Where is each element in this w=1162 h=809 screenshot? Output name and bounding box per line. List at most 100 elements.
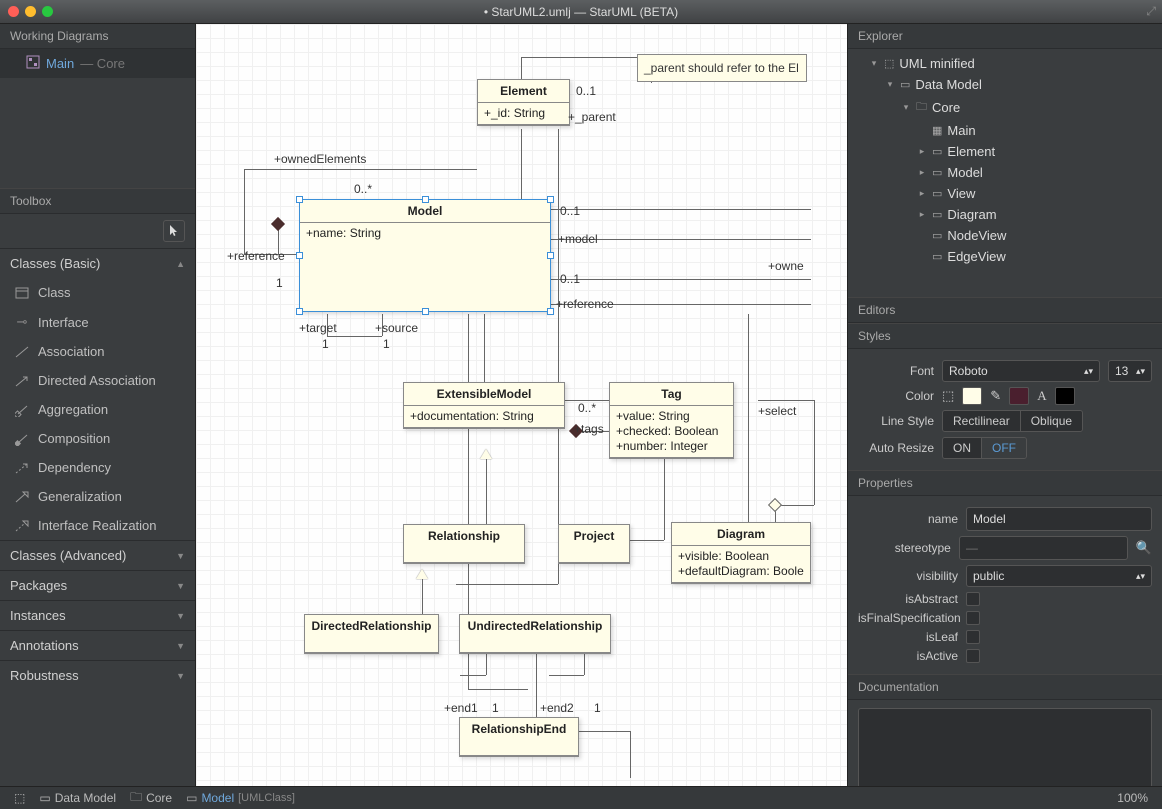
uml-note[interactable]: _parent should refer to the El bbox=[637, 54, 807, 82]
color-label: Color bbox=[858, 389, 934, 403]
uml-class-extensible-model[interactable]: ExtensibleModel +documentation: String bbox=[403, 382, 565, 429]
close-window-button[interactable] bbox=[8, 6, 19, 17]
font-size-select[interactable]: 13▴▾ bbox=[1108, 360, 1152, 382]
fullscreen-icon[interactable]: ⤢ bbox=[1146, 4, 1156, 19]
uml-class-diagram[interactable]: Diagram +visible: Boolean +defaultDiagra… bbox=[671, 522, 811, 584]
uml-class-directed-relationship[interactable]: DirectedRelationship bbox=[304, 614, 439, 654]
editors-header: Editors bbox=[848, 297, 1162, 323]
tool-dependency[interactable]: Dependency bbox=[0, 453, 195, 482]
uml-class-model-selected[interactable]: Model +name: String bbox=[299, 199, 551, 312]
toolbox-header: Toolbox bbox=[0, 188, 195, 214]
text-color-icon[interactable]: A bbox=[1037, 388, 1046, 404]
color-picker-icon[interactable]: ⬚ bbox=[942, 388, 954, 404]
tree-core[interactable]: ▾🗀Core bbox=[848, 95, 1162, 120]
zoom-level[interactable]: 100% bbox=[1113, 791, 1152, 805]
association-icon bbox=[14, 345, 30, 359]
documentation-header: Documentation bbox=[848, 674, 1162, 700]
is-abstract-checkbox[interactable] bbox=[966, 592, 980, 606]
search-icon[interactable]: 🔍 bbox=[1136, 540, 1152, 556]
sb-core[interactable]: 🗀Core bbox=[126, 788, 176, 809]
minimize-window-button[interactable] bbox=[25, 6, 36, 17]
uml-class-tag[interactable]: Tag +value: String +checked: Boolean +nu… bbox=[609, 382, 734, 459]
working-diagram-item[interactable]: Main — Core bbox=[0, 49, 195, 78]
font-select[interactable]: Roboto▴▾ bbox=[942, 360, 1100, 382]
toolbox-group-classes-advanced[interactable]: Classes (Advanced)▼ bbox=[0, 540, 195, 570]
tree-element[interactable]: ▸▭Element bbox=[848, 141, 1162, 162]
visibility-select[interactable]: public▴▾ bbox=[966, 565, 1152, 587]
tool-directed-association[interactable]: Directed Association bbox=[0, 366, 195, 395]
tree-model[interactable]: ▸▭Model bbox=[848, 162, 1162, 183]
sb-project[interactable]: ⬚ bbox=[10, 791, 29, 805]
project-icon: ⬚ bbox=[884, 57, 894, 70]
pen-icon[interactable]: ✎ bbox=[990, 388, 1001, 404]
tool-interface[interactable]: ⊸Interface bbox=[0, 307, 195, 337]
package-icon: 🗀 bbox=[916, 98, 927, 117]
titlebar: • StarUML2.umlj — StarUML (BETA) ⤢ bbox=[0, 0, 1162, 24]
styles-header: Styles bbox=[848, 323, 1162, 349]
tree-nodeview[interactable]: ▭NodeView bbox=[848, 225, 1162, 246]
toolbox-group-instances[interactable]: Instances▼ bbox=[0, 600, 195, 630]
toolbox-group-classes-basic[interactable]: Classes (Basic)▲ bbox=[0, 248, 195, 278]
toolbox-group-annotations[interactable]: Annotations▼ bbox=[0, 630, 195, 660]
fill-color-swatch[interactable] bbox=[962, 387, 982, 405]
name-input[interactable] bbox=[966, 507, 1152, 531]
class-icon: ▭ bbox=[932, 250, 942, 263]
documentation-textarea[interactable] bbox=[858, 708, 1152, 786]
tool-generalization[interactable]: Generalization bbox=[0, 482, 195, 511]
interface-realization-icon bbox=[14, 519, 30, 533]
tree-root[interactable]: ▾⬚UML minified bbox=[848, 53, 1162, 74]
cursor-tool-button[interactable] bbox=[163, 220, 185, 242]
tool-interface-realization[interactable]: Interface Realization bbox=[0, 511, 195, 540]
chevron-down-icon: ▾ bbox=[869, 58, 879, 69]
model-icon: ▭ bbox=[900, 78, 910, 91]
class-icon: ▭ bbox=[932, 208, 942, 221]
tree-data-model[interactable]: ▾▭Data Model bbox=[848, 74, 1162, 95]
tool-aggregation[interactable]: Aggregation bbox=[0, 395, 195, 424]
class-icon bbox=[14, 286, 30, 300]
toolbox-group-robustness[interactable]: Robustness▼ bbox=[0, 660, 195, 690]
dependency-icon bbox=[14, 461, 30, 475]
chevron-right-icon: ▸ bbox=[917, 209, 927, 220]
tree-edgeview[interactable]: ▭EdgeView bbox=[848, 246, 1162, 267]
line-color-swatch[interactable] bbox=[1009, 387, 1029, 405]
select-arrows-icon: ▴▾ bbox=[1136, 571, 1145, 582]
uml-class-undirected-relationship[interactable]: UndirectedRelationship bbox=[459, 614, 611, 654]
uml-class-relationship-end[interactable]: RelationshipEnd bbox=[459, 717, 579, 757]
tree-diagram[interactable]: ▸▭Diagram bbox=[848, 204, 1162, 225]
tree-main[interactable]: ▦Main bbox=[848, 120, 1162, 141]
rectilinear-button[interactable]: Rectilinear bbox=[943, 411, 1021, 431]
chevron-down-icon: ▼ bbox=[176, 641, 185, 651]
class-icon: ▭ bbox=[932, 187, 942, 200]
uml-class-relationship[interactable]: Relationship bbox=[403, 524, 525, 564]
is-active-checkbox[interactable] bbox=[966, 649, 980, 663]
text-color-swatch[interactable] bbox=[1055, 387, 1075, 405]
chevron-right-icon: ▸ bbox=[917, 167, 927, 178]
chevron-right-icon: ▸ bbox=[917, 188, 927, 199]
package-icon: 🗀 bbox=[130, 788, 142, 809]
tool-association[interactable]: Association bbox=[0, 337, 195, 366]
directed-association-icon bbox=[14, 374, 30, 388]
font-label: Font bbox=[858, 364, 934, 378]
tree-view[interactable]: ▸▭View bbox=[848, 183, 1162, 204]
on-button[interactable]: ON bbox=[943, 438, 982, 458]
sb-model[interactable]: ▭Model[UMLClass] bbox=[182, 791, 299, 805]
line-style-label: Line Style bbox=[858, 414, 934, 428]
is-final-checkbox[interactable] bbox=[966, 611, 980, 625]
is-leaf-checkbox[interactable] bbox=[966, 630, 980, 644]
toolbox-group-packages[interactable]: Packages▼ bbox=[0, 570, 195, 600]
stereotype-input[interactable] bbox=[959, 536, 1128, 560]
uml-class-element[interactable]: Element +_id: String bbox=[477, 79, 570, 126]
off-button[interactable]: OFF bbox=[982, 438, 1026, 458]
working-diagram-name: Main bbox=[46, 56, 74, 71]
tool-composition[interactable]: Composition bbox=[0, 424, 195, 453]
zoom-window-button[interactable] bbox=[42, 6, 53, 17]
tool-class[interactable]: Class bbox=[0, 278, 195, 307]
canvas-area[interactable]: Element +_id: String Model +name: String… bbox=[196, 24, 847, 786]
model-icon: ▭ bbox=[39, 791, 50, 805]
left-sidebar: Working Diagrams Main — Core Toolbox Cla… bbox=[0, 24, 196, 786]
interface-icon: ⊸ bbox=[14, 314, 30, 330]
uml-class-project[interactable]: Project bbox=[558, 524, 630, 564]
oblique-button[interactable]: Oblique bbox=[1021, 411, 1082, 431]
sb-data-model[interactable]: ▭Data Model bbox=[35, 791, 120, 805]
chevron-up-icon: ▲ bbox=[176, 259, 185, 269]
